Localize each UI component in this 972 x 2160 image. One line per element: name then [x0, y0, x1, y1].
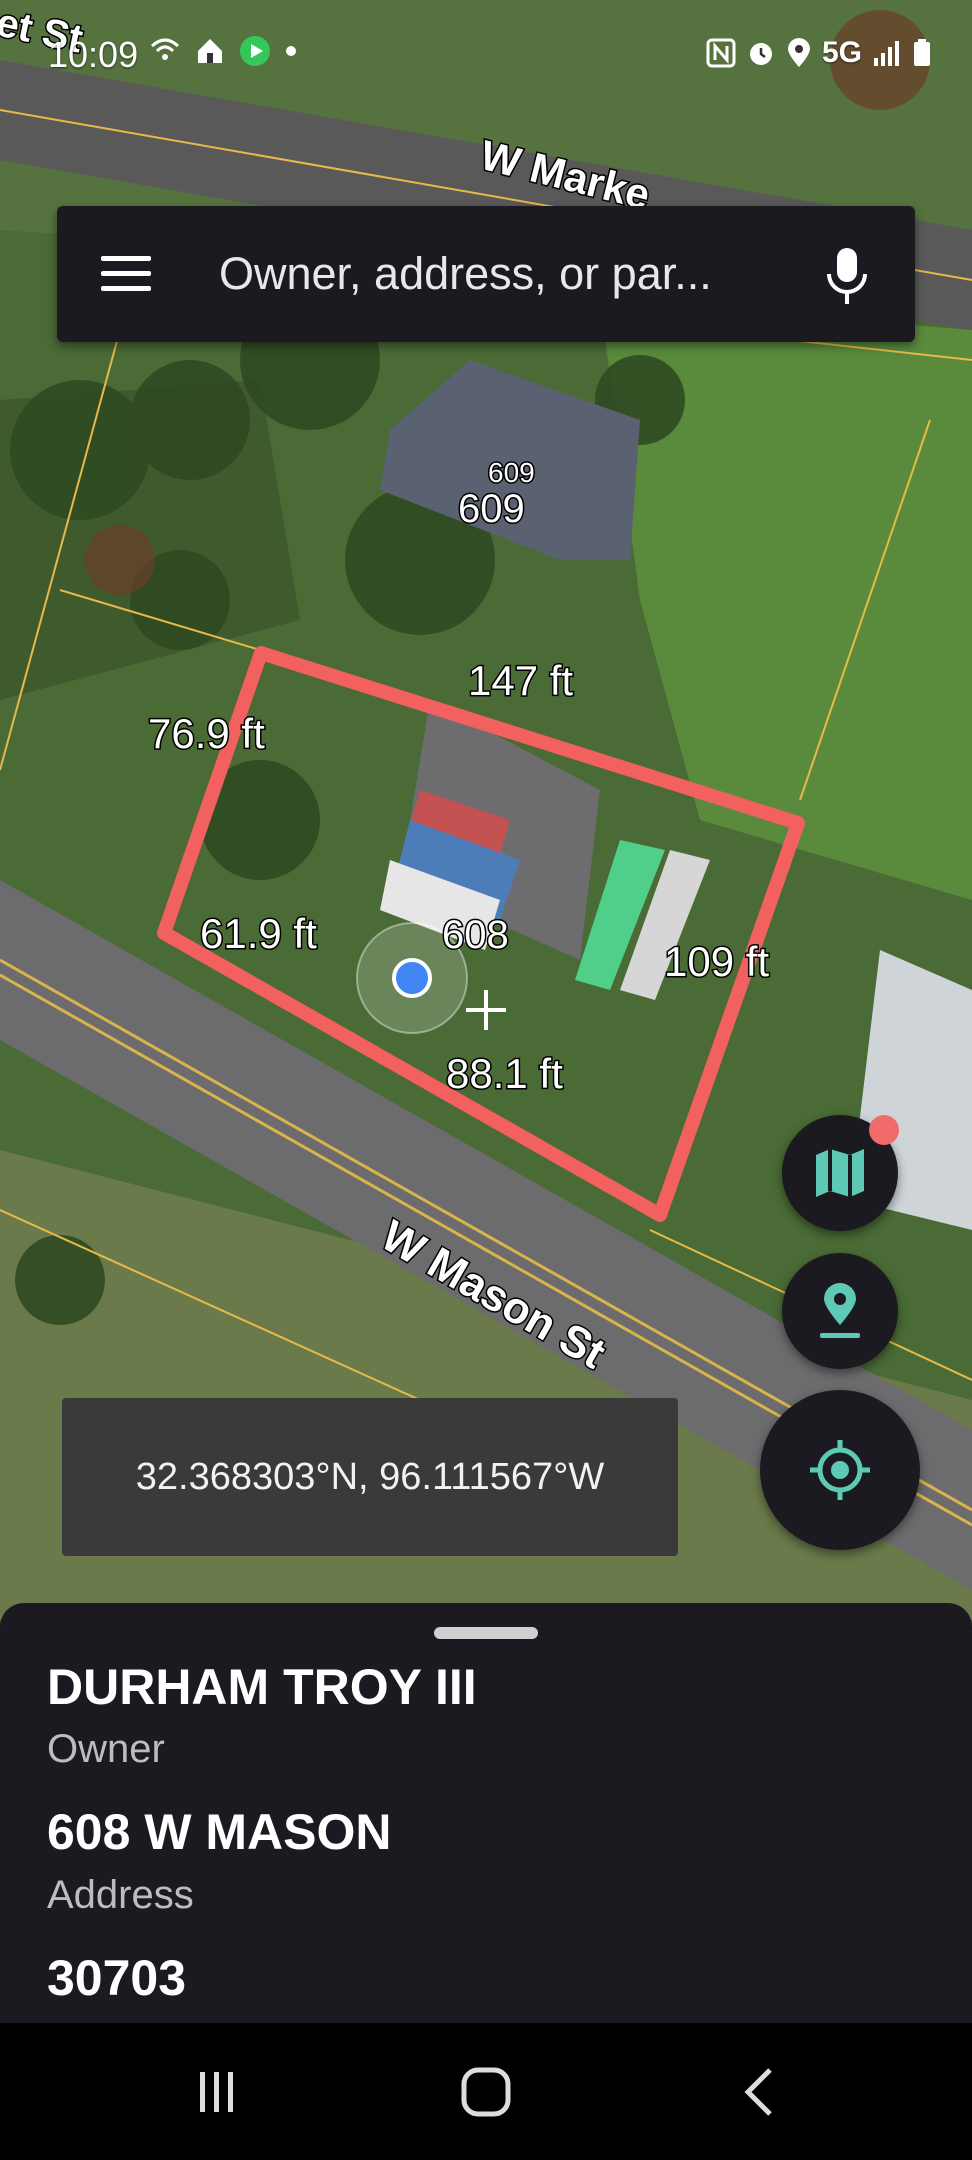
- parcel-number-609-small: 609: [488, 457, 535, 488]
- sheet-drag-handle[interactable]: [434, 1627, 538, 1639]
- address-label: Address: [47, 1873, 194, 1917]
- address-value: 608 W MASON: [47, 1804, 392, 1860]
- signal-icon: [874, 41, 899, 66]
- system-nav-bar: [0, 2023, 972, 2160]
- home-button[interactable]: [386, 2023, 586, 2160]
- crosshair-icon: [810, 1440, 870, 1500]
- owner-label: Owner: [47, 1727, 165, 1771]
- search-bar[interactable]: Owner, address, or par...: [57, 206, 915, 342]
- search-input[interactable]: Owner, address, or par...: [219, 248, 712, 300]
- nfc-icon: [706, 38, 736, 68]
- pin-icon: [820, 1283, 860, 1338]
- wifi-calling-icon: [150, 38, 180, 60]
- menu-icon[interactable]: [97, 252, 153, 296]
- drop-pin-button[interactable]: [782, 1253, 898, 1369]
- parcel-number-608: 608: [442, 913, 509, 957]
- recent-apps-button[interactable]: [117, 2023, 317, 2160]
- parcel-number-609: 609: [458, 487, 525, 531]
- back-button[interactable]: [660, 2023, 860, 2160]
- alarm-icon: [749, 43, 772, 65]
- parcel-id-value: 30703: [47, 1950, 187, 2006]
- status-time: 10:09: [48, 34, 139, 75]
- measurement-bottom: 88.1 ft: [446, 1050, 563, 1097]
- notification-badge: [869, 1115, 899, 1145]
- status-right-icons: 5G: [706, 36, 932, 70]
- location-icon: [787, 38, 810, 67]
- network-type: 5G: [821, 36, 862, 69]
- back-chevron-icon: [744, 2067, 772, 2116]
- status-bar: 10:09 5G: [0, 0, 972, 110]
- play-icon: [240, 36, 270, 66]
- owner-value: DURHAM TROY III: [47, 1659, 477, 1715]
- home-icon: [198, 39, 222, 63]
- measurement-left-upper: 76.9 ft: [148, 710, 265, 757]
- home-circle-icon: [461, 2067, 511, 2116]
- battery-icon: [914, 39, 930, 66]
- measurement-left: 61.9 ft: [200, 910, 317, 957]
- map-icon: [816, 1149, 864, 1197]
- measurement-top: 147 ft: [468, 657, 573, 704]
- coordinates-display[interactable]: 32.368303°N, 96.111567°W: [62, 1398, 678, 1556]
- status-left-icons: [148, 34, 298, 68]
- my-location-button[interactable]: [760, 1390, 920, 1550]
- parcel-info-sheet[interactable]: DURHAM TROY III Owner 608 W MASON Addres…: [0, 1603, 972, 2023]
- dot-icon: [286, 46, 296, 56]
- measurement-right: 109 ft: [664, 938, 769, 985]
- recent-apps-icon: [200, 2071, 233, 2112]
- microphone-icon[interactable]: [823, 246, 871, 306]
